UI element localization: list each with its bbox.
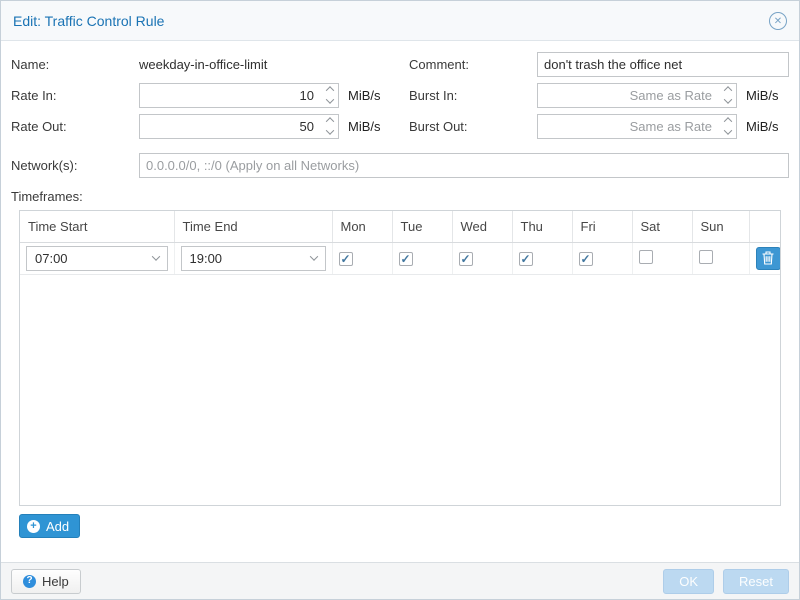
form-left-column: Name: weekday-in-office-limit Rate In:	[11, 51, 391, 144]
burst-in-unit: MiB/s	[746, 88, 779, 103]
burst-out-spin-arrows[interactable]	[719, 115, 736, 138]
timeframes-label: Timeframes:	[11, 189, 789, 204]
burst-out-label: Burst Out:	[409, 119, 537, 134]
timeframes-table: Time StartTime EndMonTueWedThuFriSatSun …	[19, 210, 781, 506]
day-checkbox-mon[interactable]	[339, 252, 353, 266]
burst-out-spinner	[537, 114, 737, 139]
comment-row: Comment:	[409, 51, 789, 77]
comment-input[interactable]	[537, 52, 789, 77]
networks-input[interactable]	[139, 153, 789, 178]
timeframes-body: 07:00 19:00	[20, 242, 780, 274]
burst-in-spinner	[537, 83, 737, 108]
spinner-up-icon[interactable]	[723, 86, 731, 94]
burst-in-input[interactable]	[537, 83, 737, 108]
plus-icon: +	[27, 520, 40, 533]
name-row: Name: weekday-in-office-limit	[11, 51, 391, 77]
burst-out-input[interactable]	[537, 114, 737, 139]
help-icon: ?	[23, 575, 36, 588]
column-header-time-start[interactable]: Time Start	[20, 211, 174, 242]
dialog-titlebar: Edit: Traffic Control Rule ✕	[1, 1, 799, 41]
rate-out-label: Rate Out:	[11, 119, 139, 134]
rate-out-row: Rate Out: MiB/s	[11, 113, 391, 139]
spinner-down-icon[interactable]	[723, 95, 731, 103]
time-end-combo[interactable]: 19:00	[181, 246, 326, 271]
spinner-up-icon[interactable]	[325, 117, 333, 125]
add-button[interactable]: + Add	[19, 514, 80, 538]
column-header-sat[interactable]: Sat	[632, 211, 692, 242]
day-checkbox-sun[interactable]	[699, 250, 713, 264]
day-checkbox-wed[interactable]	[459, 252, 473, 266]
column-header-thu[interactable]: Thu	[512, 211, 572, 242]
spinner-down-icon[interactable]	[325, 126, 333, 134]
day-checkbox-fri[interactable]	[579, 252, 593, 266]
add-row: + Add	[19, 514, 789, 538]
rate-out-unit: MiB/s	[348, 119, 381, 134]
time-start-combo[interactable]: 07:00	[26, 246, 168, 271]
burst-in-label: Burst In:	[409, 88, 537, 103]
rate-in-input[interactable]	[139, 83, 339, 108]
dialog-body: Name: weekday-in-office-limit Rate In:	[1, 41, 799, 562]
column-header-mon[interactable]: Mon	[332, 211, 392, 242]
delete-row-button[interactable]	[756, 247, 781, 270]
column-header-time-end[interactable]: Time End	[174, 211, 332, 242]
add-button-label: Add	[46, 519, 69, 534]
day-checkbox-tue[interactable]	[399, 252, 413, 266]
name-value: weekday-in-office-limit	[139, 57, 267, 72]
timeframes-header-row: Time StartTime EndMonTueWedThuFriSatSun	[20, 211, 780, 242]
column-header-wed[interactable]: Wed	[452, 211, 512, 242]
form-right-column: Comment: Burst In:	[409, 51, 789, 144]
rate-in-spin-arrows[interactable]	[321, 84, 338, 107]
burst-in-row: Burst In: MiB/s	[409, 82, 789, 108]
column-header-fri[interactable]: Fri	[572, 211, 632, 242]
burst-out-row: Burst Out: MiB/s	[409, 113, 789, 139]
column-header-sun[interactable]: Sun	[692, 211, 749, 242]
help-button[interactable]: ? Help	[11, 569, 81, 594]
day-checkbox-sat[interactable]	[639, 250, 653, 264]
trash-icon	[762, 251, 774, 265]
burst-in-spin-arrows[interactable]	[719, 84, 736, 107]
time-end-combo-value: 19:00	[190, 251, 223, 266]
chevron-down-icon	[151, 252, 159, 260]
rate-in-row: Rate In: MiB/s	[11, 82, 391, 108]
form-grid: Name: weekday-in-office-limit Rate In:	[11, 51, 789, 144]
column-header-tue[interactable]: Tue	[392, 211, 452, 242]
timeframe-row: 07:00 19:00	[20, 242, 780, 274]
networks-row: Network(s):	[11, 152, 789, 178]
networks-label: Network(s):	[11, 158, 139, 173]
close-icon[interactable]: ✕	[769, 12, 787, 30]
reset-button[interactable]: Reset	[723, 569, 789, 594]
rate-in-label: Rate In:	[11, 88, 139, 103]
name-label: Name:	[11, 57, 139, 72]
comment-label: Comment:	[409, 57, 537, 72]
rate-out-input[interactable]	[139, 114, 339, 139]
spinner-down-icon[interactable]	[325, 95, 333, 103]
rate-out-spin-arrows[interactable]	[321, 115, 338, 138]
spinner-up-icon[interactable]	[325, 86, 333, 94]
edit-traffic-control-rule-dialog: Edit: Traffic Control Rule ✕ Name: weekd…	[0, 0, 800, 600]
help-button-label: Help	[42, 574, 69, 589]
dialog-title: Edit: Traffic Control Rule	[13, 13, 164, 29]
spinner-down-icon[interactable]	[723, 126, 731, 134]
chevron-down-icon	[309, 252, 317, 260]
time-start-combo-value: 07:00	[35, 251, 68, 266]
column-header-actions	[749, 211, 780, 242]
dialog-footer: ? Help OK Reset	[1, 562, 799, 599]
rate-in-spinner	[139, 83, 339, 108]
spinner-up-icon[interactable]	[723, 117, 731, 125]
burst-out-unit: MiB/s	[746, 119, 779, 134]
day-checkbox-thu[interactable]	[519, 252, 533, 266]
rate-in-unit: MiB/s	[348, 88, 381, 103]
rate-out-spinner	[139, 114, 339, 139]
ok-button[interactable]: OK	[663, 569, 714, 594]
